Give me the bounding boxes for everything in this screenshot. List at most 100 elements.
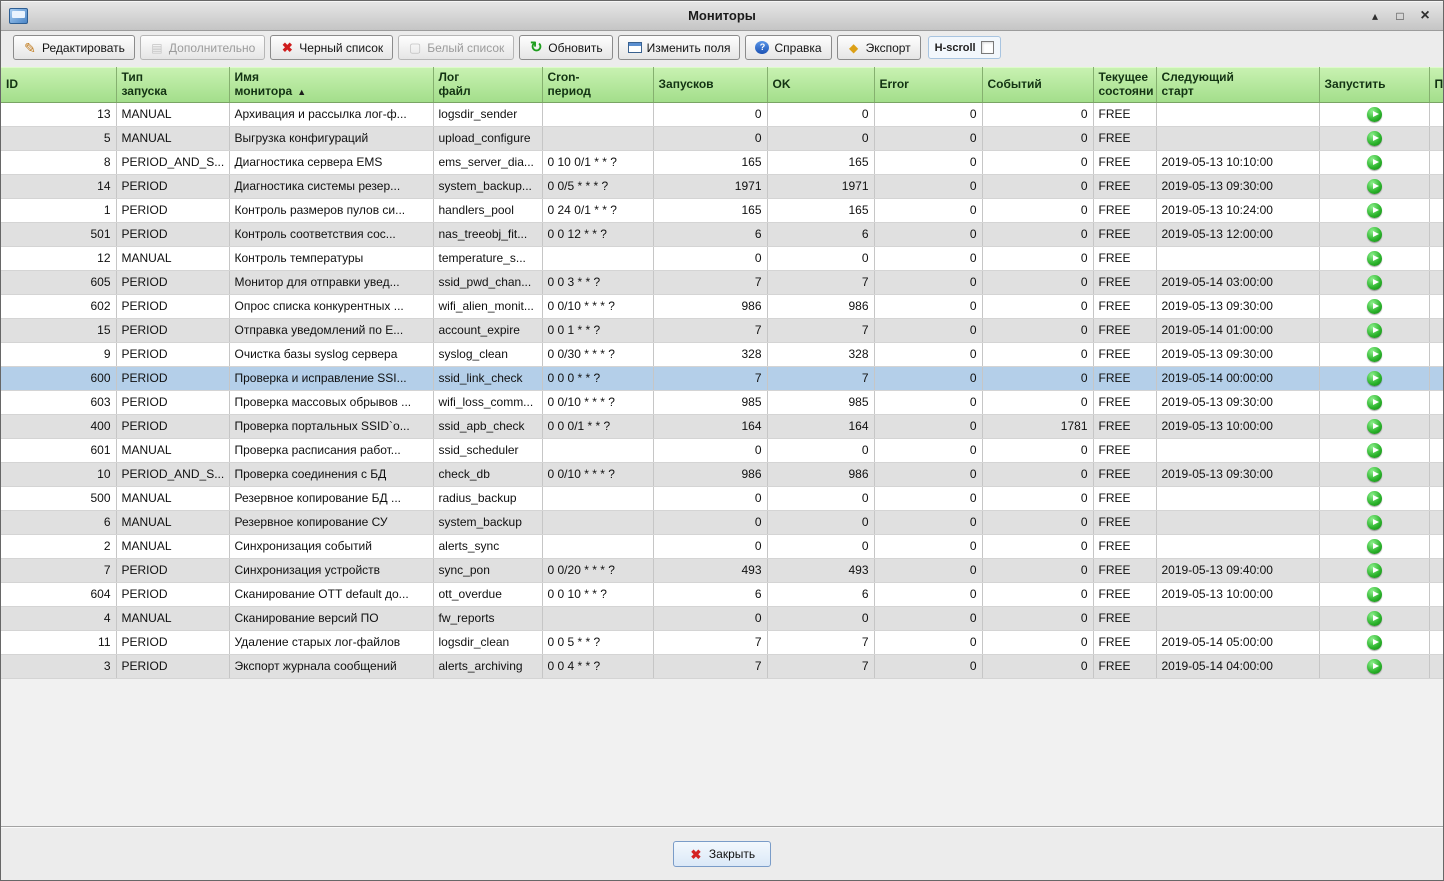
cell-events: 0	[982, 126, 1093, 150]
cell-runs: 7	[653, 366, 767, 390]
run-button[interactable]	[1367, 467, 1382, 482]
cell-log: wifi_loss_comm...	[433, 390, 542, 414]
run-button[interactable]	[1367, 371, 1382, 386]
cell-name: Очистка базы syslog сервера	[229, 342, 433, 366]
cell-err: 0	[874, 630, 982, 654]
table-row[interactable]: 8PERIOD_AND_S...Диагностика сервера EMSe…	[1, 150, 1443, 174]
help-button[interactable]: Справка	[745, 35, 831, 60]
edit-fields-button[interactable]: Изменить поля	[618, 35, 741, 60]
cell-run	[1319, 222, 1429, 246]
run-button[interactable]	[1367, 587, 1382, 602]
run-button[interactable]	[1367, 179, 1382, 194]
column-header-pause[interactable]: П	[1429, 67, 1443, 102]
cell-name: Контроль соответствия сос...	[229, 222, 433, 246]
table-row[interactable]: 501PERIODКонтроль соответствия сос...nas…	[1, 222, 1443, 246]
close-icon[interactable]	[1416, 7, 1434, 25]
table-row[interactable]: 15PERIODОтправка уведомлений по E...acco…	[1, 318, 1443, 342]
run-button[interactable]	[1367, 155, 1382, 170]
run-button[interactable]	[1367, 203, 1382, 218]
run-button[interactable]	[1367, 275, 1382, 290]
table-row[interactable]: 7PERIODСинхронизация устройствsync_pon0 …	[1, 558, 1443, 582]
table-row[interactable]: 605PERIODМонитор для отправки увед...ssi…	[1, 270, 1443, 294]
table-row[interactable]: 2MANUALСинхронизация событийalerts_sync0…	[1, 534, 1443, 558]
run-button[interactable]	[1367, 251, 1382, 266]
run-button[interactable]	[1367, 131, 1382, 146]
cell-cron: 0 0/20 * * * ?	[542, 558, 653, 582]
column-header-events[interactable]: Событий	[982, 67, 1093, 102]
table-row[interactable]: 13MANUALАрхивация и рассылка лог-ф...log…	[1, 102, 1443, 126]
export-icon	[847, 41, 861, 55]
table-row[interactable]: 500MANUALРезервное копирование БД ...rad…	[1, 486, 1443, 510]
cell-type: PERIOD	[116, 558, 229, 582]
cell-err: 0	[874, 150, 982, 174]
cell-log: fw_reports	[433, 606, 542, 630]
column-header-cron[interactable]: Cron-период	[542, 67, 653, 102]
edit-button[interactable]: Редактировать	[13, 35, 135, 60]
table-row[interactable]: 602PERIODОпрос списка конкурентных ...wi…	[1, 294, 1443, 318]
run-button[interactable]	[1367, 323, 1382, 338]
blacklist-button[interactable]: Черный список	[270, 35, 393, 60]
hscroll-checkbox[interactable]	[981, 41, 994, 54]
cell-cron: 0 0/10 * * * ?	[542, 294, 653, 318]
table-row[interactable]: 14PERIODДиагностика системы резер...syst…	[1, 174, 1443, 198]
cell-events: 0	[982, 534, 1093, 558]
column-header-id[interactable]: ID	[1, 67, 116, 102]
column-header-runs[interactable]: Запусков	[653, 67, 767, 102]
run-button[interactable]	[1367, 107, 1382, 122]
column-header-log[interactable]: Логфайл	[433, 67, 542, 102]
column-header-run[interactable]: Запустить	[1319, 67, 1429, 102]
table-row[interactable]: 600PERIODПроверка и исправление SSI...ss…	[1, 366, 1443, 390]
export-button[interactable]: Экспорт	[837, 35, 921, 60]
run-button[interactable]	[1367, 299, 1382, 314]
cell-next	[1156, 126, 1319, 150]
table-row[interactable]: 10PERIOD_AND_S...Проверка соединения с Б…	[1, 462, 1443, 486]
run-button[interactable]	[1367, 491, 1382, 506]
table-row[interactable]: 3PERIODЭкспорт журнала сообщенийalerts_a…	[1, 654, 1443, 678]
monitors-table: IDТипзапускаИмямонитораЛогфайлCron-перио…	[1, 67, 1443, 679]
table-row[interactable]: 1PERIODКонтроль размеров пулов си...hand…	[1, 198, 1443, 222]
titlebar[interactable]: Мониторы	[1, 1, 1443, 31]
column-header-next[interactable]: Следующийстарт	[1156, 67, 1319, 102]
table-row[interactable]: 400PERIODПроверка портальных SSID`о...ss…	[1, 414, 1443, 438]
table-row[interactable]: 4MANUALСканирование версий ПОfw_reports0…	[1, 606, 1443, 630]
column-header-type[interactable]: Типзапуска	[116, 67, 229, 102]
table-viewport: IDТипзапускаИмямонитораЛогфайлCron-перио…	[1, 67, 1443, 826]
refresh-button[interactable]: Обновить	[519, 35, 612, 60]
run-button[interactable]	[1367, 395, 1382, 410]
table-row[interactable]: 604PERIODСканирование ОТТ default до...o…	[1, 582, 1443, 606]
table-row[interactable]: 5MANUALВыгрузка конфигурацийupload_confi…	[1, 126, 1443, 150]
cell-cron: 0 0 1 * * ?	[542, 318, 653, 342]
table-row[interactable]: 12MANUALКонтроль температурыtemperature_…	[1, 246, 1443, 270]
column-header-ok[interactable]: OK	[767, 67, 874, 102]
run-button[interactable]	[1367, 659, 1382, 674]
table-row[interactable]: 603PERIODПроверка массовых обрывов ...wi…	[1, 390, 1443, 414]
column-header-name[interactable]: Имямонитора	[229, 67, 433, 102]
run-button[interactable]	[1367, 419, 1382, 434]
run-button[interactable]	[1367, 611, 1382, 626]
table-row[interactable]: 9PERIODОчистка базы syslog сервераsyslog…	[1, 342, 1443, 366]
table-row[interactable]: 6MANUALРезервное копирование СУsystem_ba…	[1, 510, 1443, 534]
run-button[interactable]	[1367, 227, 1382, 242]
table-row[interactable]: 601MANUALПроверка расписания работ...ssi…	[1, 438, 1443, 462]
cell-next	[1156, 438, 1319, 462]
run-button[interactable]	[1367, 443, 1382, 458]
run-button[interactable]	[1367, 563, 1382, 578]
cell-ok: 7	[767, 630, 874, 654]
table-row[interactable]: 11PERIODУдаление старых лог-файловlogsdi…	[1, 630, 1443, 654]
cell-log: temperature_s...	[433, 246, 542, 270]
cell-state: FREE	[1093, 414, 1156, 438]
run-button[interactable]	[1367, 539, 1382, 554]
column-header-err[interactable]: Error	[874, 67, 982, 102]
cell-err: 0	[874, 462, 982, 486]
cell-state: FREE	[1093, 534, 1156, 558]
cell-state: FREE	[1093, 438, 1156, 462]
run-button[interactable]	[1367, 515, 1382, 530]
shade-icon[interactable]	[1366, 7, 1384, 25]
hscroll-toggle[interactable]: H-scroll	[928, 36, 1001, 59]
cell-state: FREE	[1093, 102, 1156, 126]
column-header-state[interactable]: Текущеесостояни	[1093, 67, 1156, 102]
maximize-icon[interactable]	[1391, 7, 1409, 25]
run-button[interactable]	[1367, 347, 1382, 362]
close-button[interactable]: Закрыть	[673, 841, 771, 867]
run-button[interactable]	[1367, 635, 1382, 650]
